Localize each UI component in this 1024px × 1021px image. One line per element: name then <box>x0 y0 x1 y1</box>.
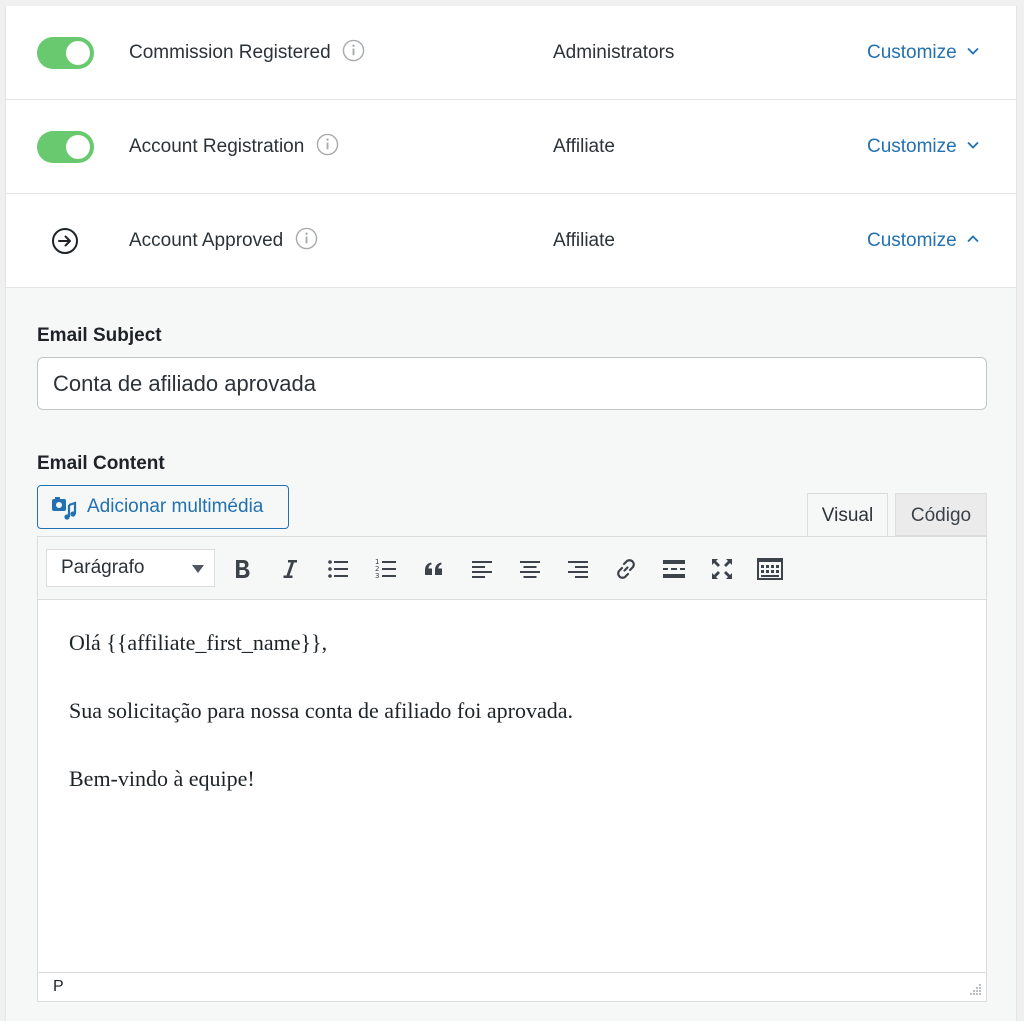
bold-button[interactable] <box>222 549 262 589</box>
toggle-knob <box>66 41 90 65</box>
caret-down-icon <box>192 565 204 573</box>
paragraph: Sua solicitação para nossa conta de afil… <box>69 698 573 723</box>
numbered-list-icon: 123 <box>375 558 396 580</box>
email-subject-label: Email Subject <box>37 325 162 346</box>
link-icon <box>617 559 635 579</box>
italic-button[interactable] <box>270 549 310 589</box>
add-media-label: Adicionar multimédia <box>87 496 264 517</box>
editor-toolbar: Parágrafo 123 <box>38 537 986 600</box>
bullet-list-icon <box>328 560 348 578</box>
paragraph: Bem-vindo à equipe! <box>69 766 255 791</box>
notification-recipient: Administrators <box>553 42 675 63</box>
element-path[interactable]: P <box>53 978 64 995</box>
paragraph: Olá {{affiliate_first_name}}, <box>69 630 328 655</box>
notification-row: Commission Registered Administrators Cus… <box>6 6 1016 100</box>
chevron-up-icon <box>967 235 979 243</box>
enable-toggle[interactable] <box>37 131 94 163</box>
add-media-button[interactable]: Adicionar multimédia <box>37 485 289 529</box>
insert-link-button[interactable] <box>606 549 646 589</box>
notification-name-wrap: Account Registration <box>129 100 339 194</box>
arrow-right-circle-icon[interactable] <box>51 227 79 255</box>
notification-recipient: Affiliate <box>553 136 615 157</box>
tab-code[interactable]: Código <box>895 493 987 536</box>
align-right-icon <box>568 561 588 578</box>
chevron-down-icon <box>967 47 979 55</box>
customize-button[interactable]: Customize <box>867 6 980 100</box>
customize-label: Customize <box>866 230 957 251</box>
notification-row: Account Approved Affiliate Customize <box>6 194 1016 288</box>
bullet-list-button[interactable] <box>318 549 358 589</box>
customize-button[interactable]: Customize <box>867 100 980 194</box>
blockquote-button[interactable] <box>414 549 454 589</box>
rich-text-editor: Parágrafo 123 Olá {{affiliate_first_name… <box>37 536 987 1002</box>
fullscreen-icon <box>712 559 732 579</box>
fullscreen-button[interactable] <box>702 549 742 589</box>
media-icon <box>52 497 77 520</box>
align-center-icon <box>520 561 540 578</box>
notification-recipient: Affiliate <box>553 230 615 251</box>
format-select[interactable]: Parágrafo <box>46 549 215 587</box>
numbered-list-button[interactable]: 123 <box>366 549 406 589</box>
keyboard-icon <box>757 558 783 580</box>
email-subject-input[interactable] <box>37 357 987 410</box>
info-icon[interactable] <box>342 39 365 62</box>
align-center-button[interactable] <box>510 549 550 589</box>
info-icon[interactable] <box>316 133 339 156</box>
notification-name: Account Approved <box>129 230 284 251</box>
customize-label: Customize <box>866 136 957 157</box>
chevron-down-icon <box>967 141 979 149</box>
format-select-value: Parágrafo <box>61 557 145 578</box>
notification-row: Account Registration Affiliate Customize <box>6 100 1016 194</box>
customize-label: Customize <box>866 42 957 63</box>
align-left-icon <box>472 561 492 578</box>
notification-name: Commission Registered <box>129 42 331 63</box>
align-right-button[interactable] <box>558 549 598 589</box>
email-content-label: Email Content <box>37 453 165 474</box>
info-icon[interactable] <box>295 227 318 250</box>
editor-statusbar: P <box>38 972 986 1001</box>
read-more-button[interactable] <box>654 549 694 589</box>
notification-name: Account Registration <box>129 136 305 157</box>
read-more-icon <box>663 560 685 578</box>
editor-content[interactable]: Olá {{affiliate_first_name}}, Sua solici… <box>38 600 986 972</box>
resize-handle-icon[interactable] <box>968 983 982 997</box>
align-left-button[interactable] <box>462 549 502 589</box>
svg-text:3: 3 <box>375 572 379 580</box>
notification-name-wrap: Commission Registered <box>129 6 365 100</box>
customize-button[interactable]: Customize <box>867 194 980 288</box>
blockquote-icon <box>425 562 442 575</box>
toolbar-toggle-button[interactable] <box>750 549 790 589</box>
notifications-panel: Commission Registered Administrators Cus… <box>5 6 1017 1021</box>
italic-icon <box>283 560 297 578</box>
bold-icon <box>236 560 250 578</box>
tab-visual[interactable]: Visual <box>807 493 888 537</box>
notification-name-wrap: Account Approved <box>129 194 318 288</box>
toggle-knob <box>66 135 90 159</box>
enable-toggle[interactable] <box>37 37 94 69</box>
